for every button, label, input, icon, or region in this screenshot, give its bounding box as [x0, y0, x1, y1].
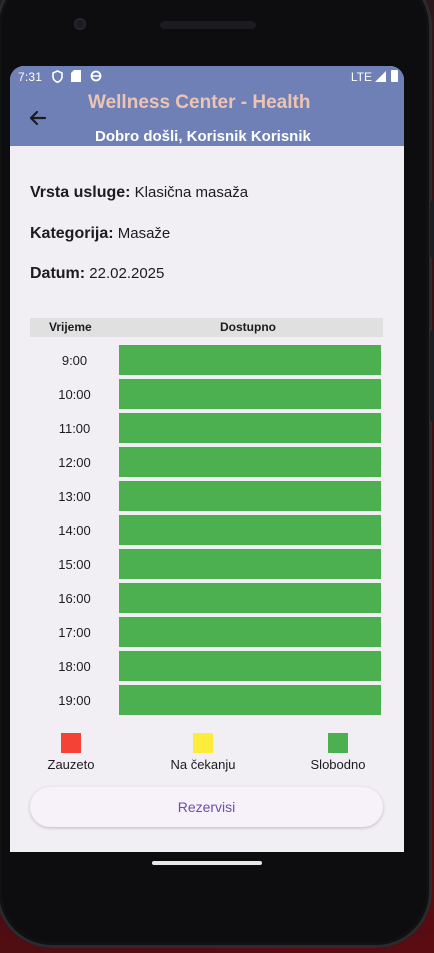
slot-time: 14:00 [58, 523, 91, 538]
legend-item-free: Slobodno [305, 733, 371, 772]
slot-time: 18:00 [58, 659, 91, 674]
availability-slot[interactable] [119, 651, 381, 681]
availability-slot[interactable] [119, 583, 381, 613]
status-time: 7:31 [18, 70, 43, 84]
column-header-availability: Dostupno [220, 320, 276, 334]
network-type: LTE [350, 70, 372, 84]
availability-slot[interactable] [119, 413, 381, 443]
date-line: Datum: 22.02.2025 [30, 265, 164, 283]
reserve-button[interactable]: Rezervisi [30, 787, 383, 827]
table-row: 15:00 [30, 549, 383, 579]
vpn-shield-icon [52, 70, 63, 86]
availability-slot[interactable] [119, 515, 381, 545]
system-nav-bar [10, 852, 404, 882]
table-row: 11:00 [30, 413, 383, 443]
signal-icon [375, 71, 386, 82]
legend-label-busy: Zauzeto [47, 757, 95, 772]
availability-slot[interactable] [119, 549, 381, 579]
slot-time: 13:00 [58, 489, 91, 504]
app-title: Wellness Center - Health [88, 92, 311, 113]
table-row: 16:00 [30, 583, 383, 613]
availability-slot[interactable] [119, 379, 381, 409]
table-row: 17:00 [30, 617, 383, 647]
legend-swatch-busy [61, 733, 81, 753]
column-header-time: Vrijeme [49, 320, 92, 334]
table-row: 10:00 [30, 379, 383, 409]
slot-time: 9:00 [61, 353, 88, 368]
app-bar: 7:31 LTE Wellness Center - Health Dobro … [10, 66, 404, 146]
service-label: Vrsta usluge: [30, 184, 131, 201]
legend-label-free: Slobodno [310, 757, 366, 772]
availability-slot[interactable] [119, 481, 381, 511]
table-row: 9:00 [30, 345, 383, 375]
home-gesture-handle[interactable] [152, 861, 262, 865]
legend-item-pending: Na čekanju [161, 733, 245, 772]
slot-time: 16:00 [58, 591, 91, 606]
slot-time: 11:00 [58, 421, 91, 436]
table-row: 14:00 [30, 515, 383, 545]
welcome-subtitle: Dobro došli, Korisnik Korisnik [95, 128, 311, 145]
slot-time: 12:00 [58, 455, 91, 470]
availability-slot[interactable] [119, 447, 381, 477]
availability-slot[interactable] [119, 685, 381, 715]
slot-time: 15:00 [58, 557, 91, 572]
legend-swatch-free [328, 733, 348, 753]
legend-item-busy: Zauzeto [38, 733, 104, 772]
data-saver-icon [90, 70, 102, 85]
service-value: Klasična masaža [134, 184, 249, 201]
slot-time: 17:00 [58, 625, 91, 640]
date-label: Datum: [30, 265, 86, 282]
legend-swatch-pending [193, 733, 213, 753]
status-bar: 7:31 LTE [10, 66, 404, 88]
schedule-table-header: Vrijeme Dostupno [30, 318, 383, 337]
power-button [430, 330, 434, 422]
table-row: 18:00 [30, 651, 383, 681]
date-value: 22.02.2025 [89, 265, 165, 282]
earpiece-speaker [160, 21, 256, 29]
service-line: Vrsta usluge: Klasična masaža [30, 184, 248, 202]
table-row: 12:00 [30, 447, 383, 477]
slot-time: 19:00 [58, 693, 91, 708]
front-camera-icon [74, 18, 86, 30]
app-screen: 7:31 LTE Wellness Center - Health Dobro … [10, 66, 404, 852]
legend-label-pending: Na čekanju [170, 757, 236, 772]
battery-icon [391, 70, 398, 82]
availability-slot[interactable] [119, 345, 381, 375]
slot-time: 10:00 [58, 387, 91, 402]
table-row: 13:00 [30, 481, 383, 511]
category-value: Masaže [117, 225, 171, 242]
category-line: Kategorija: Masaže [30, 225, 170, 243]
volume-button [430, 200, 434, 258]
sd-card-icon [71, 70, 81, 85]
arrow-left-icon[interactable] [24, 104, 52, 132]
table-row: 19:00 [30, 685, 383, 715]
category-label: Kategorija: [30, 225, 114, 242]
availability-slot[interactable] [119, 617, 381, 647]
